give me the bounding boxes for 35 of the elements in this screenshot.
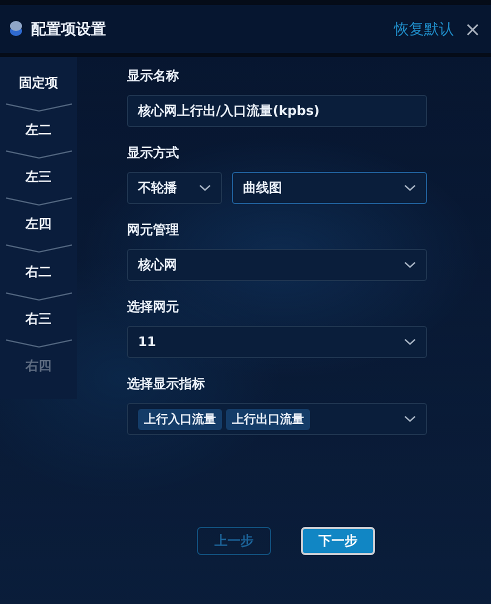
chevron-divider-icon: [4, 103, 74, 113]
selected-tag: 上行出口流量: [226, 408, 310, 430]
step-item[interactable]: 左二: [24, 116, 54, 144]
dialog-title: 配置项设置: [31, 20, 106, 38]
reset-link[interactable]: 恢复默认: [394, 20, 454, 38]
chevron-divider-icon: [4, 338, 74, 349]
selected-tag: 上行入口流量: [138, 408, 222, 430]
field-label: 显示方式: [127, 144, 179, 162]
field-label: 网元管理: [127, 222, 179, 239]
next-button[interactable]: 下一步: [301, 527, 375, 555]
step-item[interactable]: 左三: [24, 163, 54, 192]
multi-select-field[interactable]: 上行入口流量 上行出口流量: [127, 403, 427, 435]
caret-icon: [404, 338, 416, 346]
field-label: 选择网元: [127, 299, 179, 316]
chevron-divider-icon: [4, 150, 74, 160]
step-item[interactable]: 固定项: [17, 69, 60, 97]
dropdown-field[interactable]: 曲线图: [232, 172, 427, 204]
caret-icon: [199, 184, 211, 192]
input-field[interactable]: 核心网上行出/入口流量(kpbs): [127, 95, 427, 127]
step-item[interactable]: 右三: [24, 304, 54, 333]
caret-icon: [404, 184, 416, 192]
chevron-divider-icon: [4, 197, 74, 208]
field-label: 选择显示指标: [127, 376, 205, 393]
step-item[interactable]: 右二: [24, 258, 54, 286]
dropdown-field[interactable]: 不轮播: [127, 172, 222, 204]
chevron-divider-icon: [4, 292, 74, 302]
cylinder-icon: [9, 19, 23, 39]
caret-icon: [404, 415, 416, 423]
close-button[interactable]: ×: [464, 19, 481, 39]
step-item[interactable]: 左四: [24, 210, 54, 238]
field-label: 显示名称: [127, 68, 179, 85]
caret-icon: [404, 261, 416, 269]
dropdown-field[interactable]: 11: [127, 326, 427, 358]
dropdown-field[interactable]: 核心网: [127, 249, 427, 281]
chevron-divider-icon: [4, 244, 74, 254]
